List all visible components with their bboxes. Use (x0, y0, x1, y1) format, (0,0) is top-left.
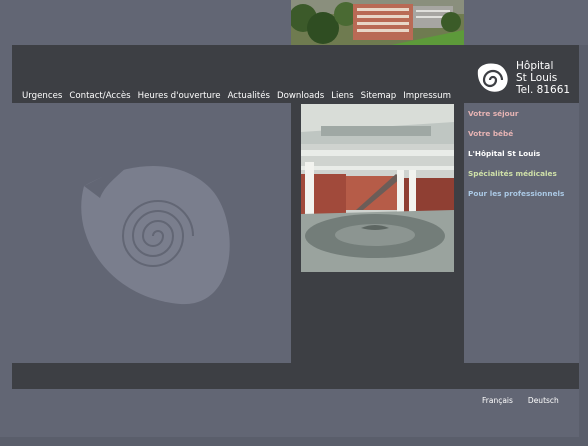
lang-deutsch[interactable]: Deutsch (528, 396, 559, 405)
lobby-photo (301, 104, 454, 272)
hospital-phone: Tel. 81661 (516, 84, 571, 96)
nav-actualites[interactable]: Actualités (228, 91, 270, 101)
nav-heures[interactable]: Heures d'ouverture (138, 91, 221, 101)
sidebar-item-votre-sejour[interactable]: Votre séjour (468, 109, 518, 118)
hospital-name-line2: St Louis (516, 72, 558, 84)
sidebar-item-professionnels[interactable]: Pour les professionnels (468, 189, 564, 198)
sidebar-item-votre-bebe[interactable]: Votre bébé (468, 129, 513, 138)
sidebar-item-hopital[interactable]: L'Hôpital St Louis (468, 149, 540, 158)
sidebar-menu: Votre séjour Votre bébé L'Hôpital St Lou… (464, 103, 579, 363)
lang-francais[interactable]: Français (482, 396, 513, 405)
frame-bottom (0, 437, 588, 446)
content-footer-band (12, 363, 579, 389)
hospital-name-line1: Hôpital (516, 60, 554, 72)
nav-impressum[interactable]: Impressum (403, 91, 451, 101)
frame-right (579, 45, 588, 446)
nav-contact[interactable]: Contact/Accès (69, 91, 130, 101)
hospital-name[interactable]: Hôpital St Louis Tel. 81661 (516, 60, 570, 96)
nav-urgences[interactable]: Urgences (22, 91, 62, 101)
decorative-swirl-icon (70, 158, 235, 308)
language-switcher: Français Deutsch (482, 396, 559, 405)
header-photo-building (291, 0, 464, 45)
sidebar-item-specialites[interactable]: Spécialités médicales (468, 169, 557, 178)
nav-downloads[interactable]: Downloads (277, 91, 324, 101)
nav-liens[interactable]: Liens (331, 91, 353, 101)
nav-sitemap[interactable]: Sitemap (361, 91, 397, 101)
top-navigation: Urgences Contact/Accès Heures d'ouvertur… (22, 91, 451, 101)
hospital-logo-icon[interactable] (474, 60, 510, 96)
